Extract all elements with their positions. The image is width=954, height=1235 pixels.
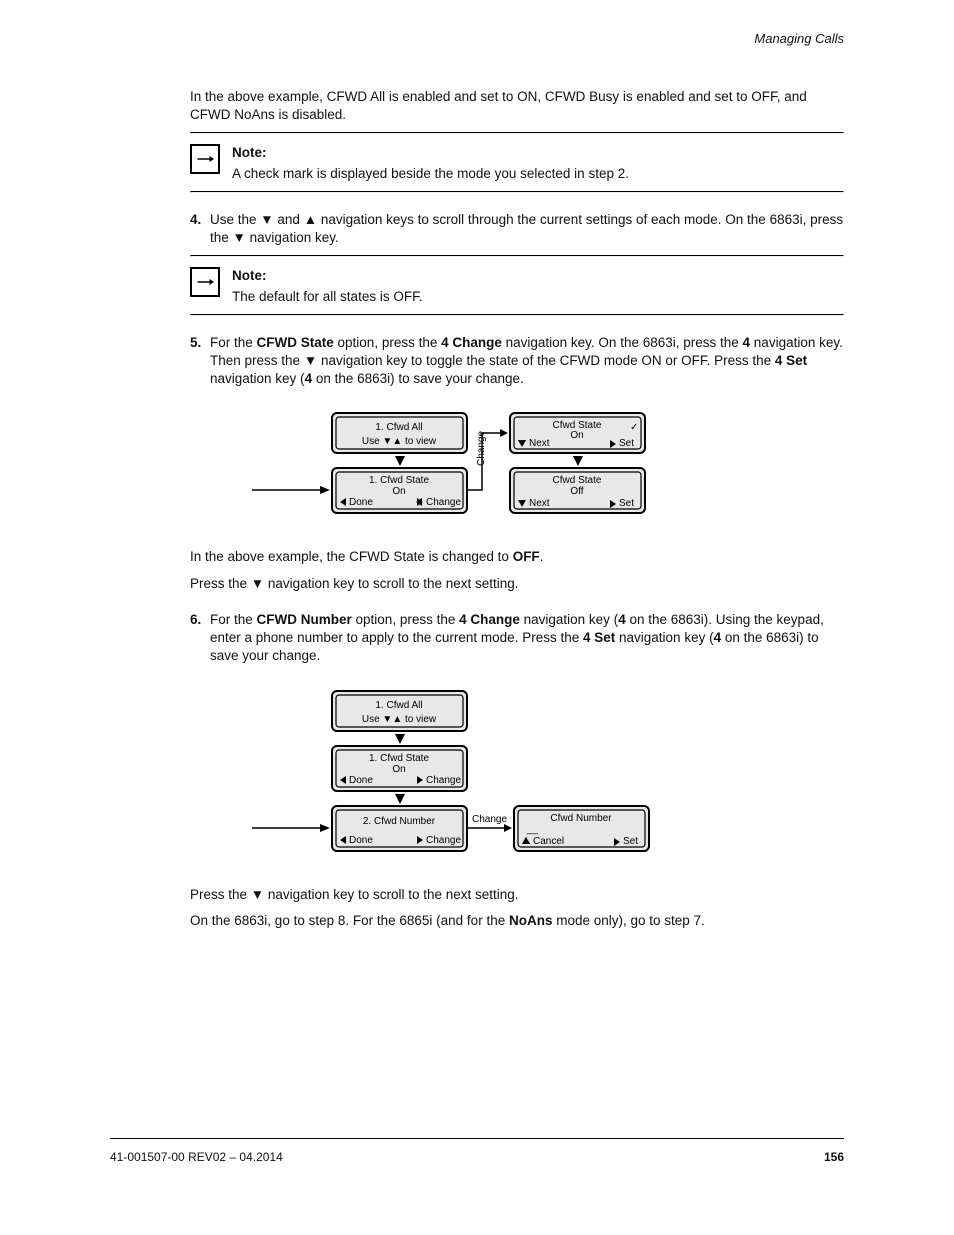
svg-text:1. Cfwd State: 1. Cfwd State (369, 753, 429, 764)
svg-text:1. Cfwd State: 1. Cfwd State (369, 475, 429, 486)
svg-text:Cancel: Cancel (533, 836, 564, 847)
step-number: 5. (190, 334, 210, 389)
lcd-box-cfwd-state-off: Cfwd State Off Next Set (510, 468, 645, 513)
lcd-box-cfwd-all: 1. Cfwd All Use ▼▲ to view (332, 413, 467, 453)
svg-text:1. Cfwd All: 1. Cfwd All (375, 422, 422, 433)
svg-text:Done: Done (349, 835, 373, 846)
svg-text:Done: Done (349, 497, 373, 508)
change-label: Change (476, 431, 487, 466)
note1-title: Note: (232, 144, 629, 162)
svg-text:1. Cfwd All: 1. Cfwd All (375, 700, 422, 711)
svg-text:2. Cfwd Number: 2. Cfwd Number (363, 816, 436, 827)
svg-text:On: On (392, 486, 405, 497)
svg-text:✓: ✓ (630, 422, 638, 433)
page-footer: 41-001507-00 REV02 – 04.2014 156 (110, 1138, 844, 1165)
step-text: For the CFWD Number option, press the 4 … (210, 611, 844, 666)
svg-text:On: On (570, 430, 583, 441)
svg-text:Change: Change (426, 497, 461, 508)
svg-text:Set: Set (619, 498, 634, 509)
after-d2-p1: Press the ▼ navigation key to scroll to … (190, 886, 844, 904)
lcd-box2-cfwd-state: 1. Cfwd State On Done Change (332, 746, 467, 791)
svg-text:Change: Change (426, 775, 461, 786)
lcd-box2-cfwd-all: 1. Cfwd All Use ▼▲ to view (332, 691, 467, 731)
lcd-box-cfwd-state-on-set: Cfwd State On ✓ Next Set (510, 413, 645, 453)
arrow-right-icon (190, 144, 220, 174)
step-5: 5. For the CFWD State option, press the … (190, 334, 844, 389)
after-d2-p2: On the 6863i, go to step 8. For the 6865… (190, 912, 844, 930)
svg-text:Change: Change (426, 835, 461, 846)
step-number: 6. (190, 611, 210, 666)
svg-text:Set: Set (619, 438, 634, 449)
step-text: Use the ▼ and ▲ navigation keys to scrol… (210, 211, 844, 247)
note2-body: The default for all states is OFF. (232, 288, 423, 306)
svg-text:Cfwd Number: Cfwd Number (550, 813, 612, 824)
svg-text:Next: Next (529, 498, 550, 509)
doc-id: 41-001507-00 REV02 – 04.2014 (110, 1149, 283, 1165)
svg-text:Done: Done (349, 775, 373, 786)
change-label: Change (472, 814, 507, 825)
step-4: 4. Use the ▼ and ▲ navigation keys to sc… (190, 211, 844, 247)
svg-text:Off: Off (570, 486, 583, 497)
svg-text:On: On (392, 764, 405, 775)
lcd-box2-cfwd-number: 2. Cfwd Number Done Change (332, 806, 467, 851)
page-number: 156 (824, 1149, 844, 1165)
svg-text:Use ▼▲ to view: Use ▼▲ to view (362, 714, 437, 725)
svg-text:Use ▼▲ to view: Use ▼▲ to view (362, 436, 437, 447)
note2-title: Note: (232, 267, 423, 285)
section-title: Managing Calls (754, 30, 844, 48)
note-block-2: Note: The default for all states is OFF. (190, 255, 844, 315)
svg-text:Set: Set (623, 836, 638, 847)
lcd-box2-cfwd-number-entry: Cfwd Number __ Cancel Set (514, 806, 649, 851)
intro-text: In the above example, CFWD All is enable… (190, 88, 844, 124)
diagram-1: 1. Cfwd All Use ▼▲ to view 1. Cfwd State… (110, 408, 844, 538)
step-6: 6. For the CFWD Number option, press the… (190, 611, 844, 666)
note-block-1: Note: A check mark is displayed beside t… (190, 132, 844, 192)
svg-text:Next: Next (529, 438, 550, 449)
step-text: For the CFWD State option, press the 4 C… (210, 334, 844, 389)
lcd-box-cfwd-state-on: 1. Cfwd State On Done Change (332, 468, 467, 513)
after-d1-p1: In the above example, the CFWD State is … (190, 548, 844, 566)
step-number: 4. (190, 211, 210, 247)
diagram-2: 1. Cfwd All Use ▼▲ to view 1. Cfwd State… (110, 686, 844, 876)
arrow-right-icon (190, 267, 220, 297)
svg-text:__: __ (526, 824, 539, 835)
svg-text:Cfwd State: Cfwd State (553, 475, 602, 486)
after-d1-p2: Press the ▼ navigation key to scroll to … (190, 575, 844, 593)
note1-body: A check mark is displayed beside the mod… (232, 165, 629, 183)
